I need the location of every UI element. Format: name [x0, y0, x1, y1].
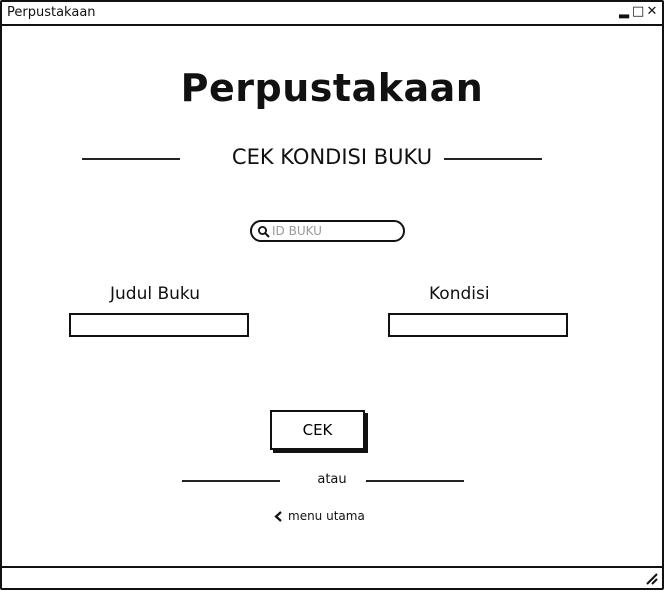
title-bar: Perpustakaan ▂ □ ✕: [2, 2, 662, 26]
search-box[interactable]: [250, 220, 405, 242]
kondisi-field[interactable]: [388, 313, 568, 337]
judul-buku-field[interactable]: [69, 313, 249, 337]
chevron-left-icon: [274, 510, 282, 522]
section-title: CEK KONDISI BUKU: [231, 145, 433, 169]
close-icon[interactable]: ✕: [646, 3, 658, 21]
minimize-icon[interactable]: ▂: [618, 3, 630, 21]
or-label: atau: [317, 472, 347, 487]
status-bar: [2, 566, 662, 588]
kondisi-label: Kondisi: [429, 284, 490, 304]
menu-utama-label: menu utama: [288, 509, 365, 523]
id-buku-search-input[interactable]: [272, 223, 397, 239]
resize-grip-icon[interactable]: [645, 572, 659, 586]
menu-utama-link[interactable]: menu utama: [274, 509, 365, 523]
search-icon: [258, 226, 270, 238]
judul-buku-label: Judul Buku: [110, 284, 201, 304]
window-title: Perpustakaan: [7, 5, 96, 20]
app-window: Perpustakaan ▂ □ ✕ Perpustakaan CEK KOND…: [0, 0, 664, 590]
cek-button[interactable]: CEK: [270, 410, 365, 450]
app-title: Perpustakaan: [180, 66, 484, 110]
section-divider-right: [444, 158, 542, 160]
maximize-icon[interactable]: □: [632, 3, 644, 21]
window-controls: ▂ □ ✕: [618, 3, 658, 21]
or-divider-right: [366, 480, 464, 482]
